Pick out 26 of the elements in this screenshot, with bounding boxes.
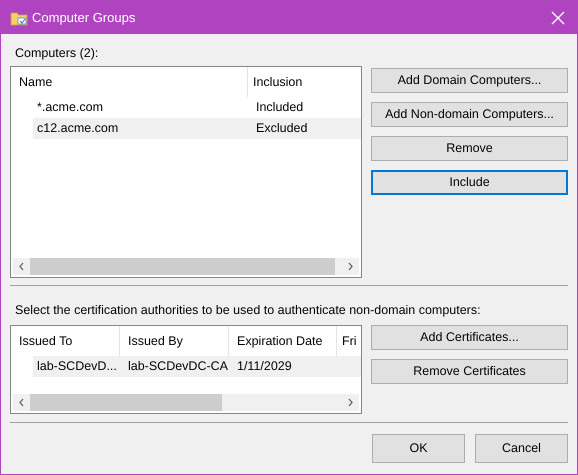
list-cell-text: 1/11/2029 [236,358,293,376]
list-row[interactable]: lab-SCDevD... lab-SCDevDC-CA 1/11/2029 [33,356,361,377]
list-cell-text: *.acme.com [36,99,104,116]
dialog-button[interactable]: Remove [371,136,568,161]
dialog-button[interactable]: Cancel [475,434,568,463]
computers-label: Computers (2): [15,46,100,61]
column-header[interactable]: Fri [337,326,361,356]
list-cell-text: c12.acme.com [36,120,120,138]
list-cell-text: lab-SCDevD... [36,358,118,376]
dialog-button[interactable]: Add Domain Computers... [371,68,568,93]
dialog-button[interactable]: OK [372,434,465,463]
dialog-button[interactable]: Remove Certificates [371,359,568,384]
dialog-button[interactable]: Add Non-domain Computers... [371,102,568,127]
dialog-button[interactable]: Include [371,170,568,195]
dialog-button[interactable]: Add Certificates... [371,325,568,350]
list-row[interactable]: c12.acme.com Excluded [33,118,361,139]
list-cell-text: lab-SCDevDC-CA [127,358,229,376]
column-header[interactable]: Inclusion [248,67,361,97]
horizontal-scrollbar[interactable] [13,394,359,411]
list-cell-text: Excluded [255,120,308,138]
list-cell-text: Included [255,99,304,116]
folder-icon [10,10,28,26]
close-icon[interactable] [551,10,565,24]
scrollbar-thumb[interactable] [30,394,222,411]
window-title: Computer Groups [32,8,136,27]
certificates-label: Select the certification authorities to be used to authenticate non-domain computers: [15,303,482,318]
